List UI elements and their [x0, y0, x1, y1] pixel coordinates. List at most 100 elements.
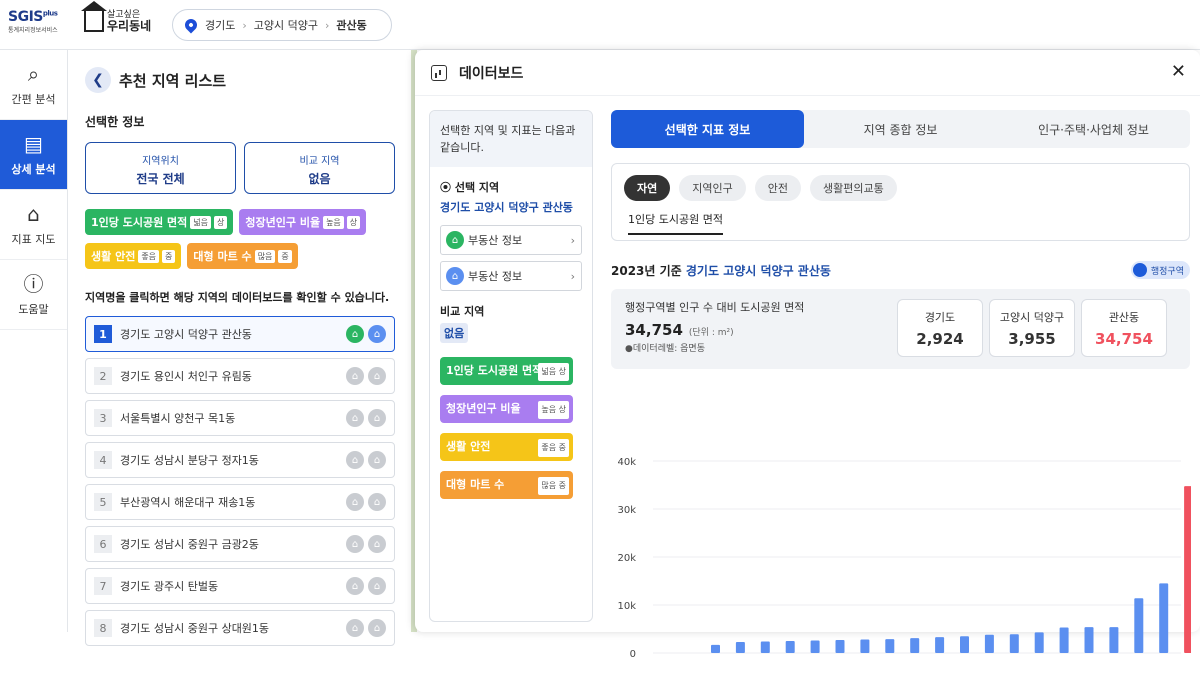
house-icon[interactable]: ⌂	[346, 493, 364, 511]
region-list-item[interactable]: 3 서울특별시 양천구 목1동 ⌂ ⌂	[85, 400, 395, 436]
region-list-item[interactable]: 6 경기도 성남시 중원구 금광2동 ⌂ ⌂	[85, 526, 395, 562]
chart-bar[interactable]	[984, 634, 994, 653]
chart-bar[interactable]	[860, 639, 870, 653]
house-icon[interactable]: ⌂	[368, 409, 386, 427]
chart-bar[interactable]	[1184, 486, 1194, 653]
chart-bar[interactable]	[785, 641, 795, 653]
house-icon[interactable]: ⌂	[346, 451, 364, 469]
region-list-item[interactable]: 4 경기도 성남시 분당구 정자1동 ⌂ ⌂	[85, 442, 395, 478]
region-list-item[interactable]: 2 경기도 용인시 처인구 유림동 ⌂ ⌂	[85, 358, 395, 394]
admin-toggle[interactable]: 행정구역	[1130, 261, 1190, 279]
location-box[interactable]: 지역위치 전국 전체	[85, 142, 236, 194]
info-icon: ⓘ	[23, 271, 44, 296]
house-icon[interactable]: ⌂	[346, 409, 364, 427]
chart-icon	[431, 64, 447, 81]
pill-nature[interactable]: 자연	[624, 175, 671, 201]
y-tick-label: 20k	[617, 553, 636, 564]
indicator-tag: 1인당 도시공원 면적 넓음 상	[440, 357, 573, 385]
panel-title: 추천 지역 리스트	[119, 71, 227, 90]
indicator-tag: 대형 마트 수 많음 중	[440, 471, 573, 499]
chart-bar[interactable]	[835, 640, 845, 653]
chevron-right-icon: ›	[570, 233, 575, 247]
selection-intro: 선택한 지역 및 지표는 다음과 같습니다.	[430, 111, 592, 167]
nav-indicator-map[interactable]: ⌂ 지표 지도	[0, 190, 67, 260]
chart-bar[interactable]	[810, 640, 820, 653]
house-icon: ⌂	[446, 231, 464, 249]
side-nav: ⌕ 간편 분석 ▤ 상세 분석 ⌂ 지표 지도 ⓘ 도움말	[0, 50, 68, 632]
house-icon[interactable]: ⌂	[368, 325, 386, 343]
brand-logo[interactable]: 살고싶은 우리동네	[81, 1, 151, 32]
breadcrumb-item[interactable]: 고양시 덕양구	[254, 17, 318, 33]
chart-bar[interactable]	[1159, 583, 1169, 653]
chart-bar[interactable]	[760, 641, 770, 653]
chart-bar[interactable]	[910, 638, 920, 653]
house-icon[interactable]: ⌂	[368, 451, 386, 469]
compare-region-value: 없음	[440, 323, 469, 343]
rank-badge: 2	[94, 367, 112, 385]
sgis-logo[interactable]: SGISplus 통계지리정보서비스	[8, 9, 60, 34]
breadcrumb-item[interactable]: 경기도	[205, 17, 235, 33]
house-icon[interactable]: ⌂	[346, 325, 364, 343]
chart-bar[interactable]	[1059, 627, 1069, 653]
house-icon[interactable]: ⌂	[368, 493, 386, 511]
house-icon[interactable]: ⌂	[368, 577, 386, 595]
region-name: 부산광역시 해운대구 재송1동	[120, 496, 256, 509]
house-icon[interactable]: ⌂	[346, 577, 364, 595]
y-tick-label: 30k	[617, 505, 636, 516]
selection-summary: 선택한 지역 및 지표는 다음과 같습니다. ⦿ 선택 지역 경기도 고양시 덕…	[429, 110, 593, 622]
pill-safety[interactable]: 안전	[754, 175, 801, 201]
dashboard-panel: 데이터보드 ✕ 선택한 지역 및 지표는 다음과 같습니다. ⦿ 선택 지역 경…	[415, 50, 1200, 660]
region-list-item[interactable]: 7 경기도 광주시 탄벌동 ⌂ ⌂	[85, 568, 395, 604]
realestate-button-2[interactable]: ⌂ 부동산 정보 ›	[440, 261, 582, 291]
region-list-item[interactable]: 1 경기도 고양시 덕양구 관산동 ⌂ ⌂	[85, 316, 395, 352]
chart-bar[interactable]	[1084, 627, 1094, 653]
selected-region: 경기도 고양시 덕양구 관산동	[440, 201, 573, 214]
nav-simple-analysis[interactable]: ⌕ 간편 분석	[0, 50, 67, 120]
pill-convenience[interactable]: 생활편의교통	[809, 175, 897, 201]
tab-selected-indicator[interactable]: 선택한 지표 정보	[611, 110, 804, 148]
house-icon[interactable]: ⌂	[346, 619, 364, 637]
realestate-button-1[interactable]: ⌂ 부동산 정보 ›	[440, 225, 582, 255]
tab-region-summary[interactable]: 지역 종합 정보	[804, 110, 997, 148]
breadcrumb-item[interactable]: 관산동	[336, 17, 366, 33]
chart-bar[interactable]	[1109, 627, 1119, 653]
region-list-item[interactable]: 5 부산광역시 해운대구 재송1동 ⌂ ⌂	[85, 484, 395, 520]
region-name: 경기도 성남시 중원구 금광2동	[120, 538, 259, 551]
house-icon[interactable]: ⌂	[368, 619, 386, 637]
tab-population-housing[interactable]: 인구·주택·사업체 정보	[997, 110, 1190, 148]
subtab-park-area[interactable]: 1인당 도시공원 면적	[628, 211, 723, 235]
region-list-item[interactable]: 8 경기도 성남시 중원구 상대원1동 ⌂ ⌂	[85, 610, 395, 646]
y-tick-label: 0	[630, 649, 636, 660]
rank-badge: 4	[94, 451, 112, 469]
chart-bar[interactable]	[1009, 634, 1019, 653]
rank-badge: 7	[94, 577, 112, 595]
chevron-right-icon: ›	[570, 269, 575, 283]
pill-population[interactable]: 지역인구	[679, 175, 746, 201]
park-area-chart: 40k 30k 20k 10k 0	[611, 445, 1194, 675]
nav-detail-analysis[interactable]: ▤ 상세 분석	[0, 120, 67, 190]
house-icon[interactable]: ⌂	[346, 367, 364, 385]
document-search-icon: ▤	[24, 131, 43, 156]
chart-bar[interactable]	[935, 637, 945, 653]
chart-bar[interactable]	[711, 644, 720, 653]
house-icon[interactable]: ⌂	[346, 535, 364, 553]
nav-help[interactable]: ⓘ 도움말	[0, 260, 67, 330]
house-icon[interactable]: ⌂	[368, 535, 386, 553]
back-button[interactable]: ❮	[85, 67, 111, 93]
close-icon[interactable]: ✕	[1171, 61, 1186, 82]
rank-badge: 8	[94, 619, 112, 637]
region-list: 1 경기도 고양시 덕양구 관산동 ⌂ ⌂ 2 경기도 용인시 처인구 유림동 ⌂ ⌂ 3 서울특…	[85, 316, 395, 646]
indicator-tag: 1인당 도시공원 면적 넓음 상	[85, 209, 234, 235]
breadcrumb[interactable]: 경기도 › 고양시 덕양구 › 관산동	[172, 9, 392, 41]
house-icon[interactable]: ⌂	[368, 367, 386, 385]
chart-bar[interactable]	[1034, 632, 1044, 653]
region-name: 경기도 성남시 중원구 상대원1동	[120, 622, 270, 635]
chart-bar[interactable]	[735, 641, 745, 653]
rank-badge: 5	[94, 493, 112, 511]
chart-bar[interactable]	[885, 639, 895, 653]
indicator-tag: 생활 안전 좋음 중	[440, 433, 573, 461]
chart-bar[interactable]	[960, 636, 969, 653]
top-bar: SGISplus 통계지리정보서비스 살고싶은 우리동네 경기도 › 고양시 덕양…	[0, 0, 1200, 50]
compare-box[interactable]: 비교 지역 없음	[244, 142, 395, 194]
chart-bar[interactable]	[1134, 598, 1144, 653]
